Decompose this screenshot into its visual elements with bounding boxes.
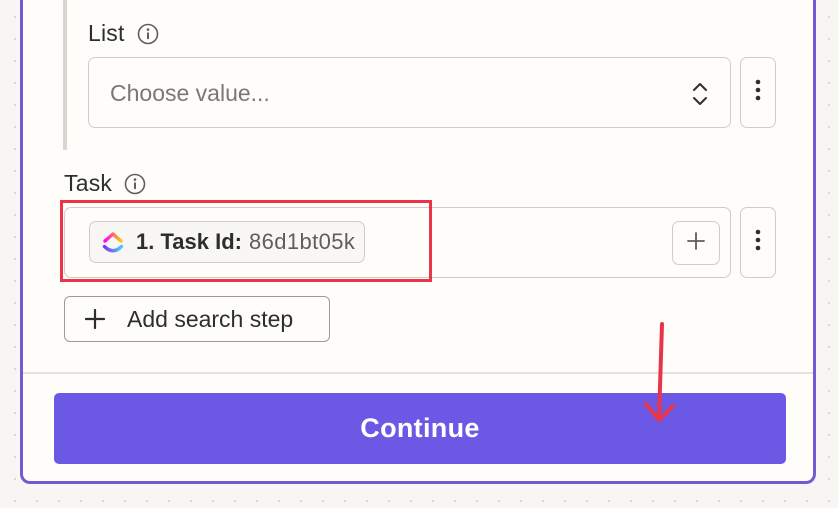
- chevron-up-down-icon: [692, 81, 708, 107]
- add-search-step-button[interactable]: Add search step: [64, 296, 330, 342]
- list-label: List: [88, 20, 125, 46]
- insert-data-button[interactable]: [672, 221, 720, 265]
- add-search-step-label: Add search step: [127, 305, 294, 332]
- continue-label: Continue: [360, 413, 480, 443]
- list-more-button[interactable]: [740, 57, 776, 128]
- plus-icon: [686, 231, 706, 256]
- task-more-button[interactable]: [740, 207, 776, 278]
- clickup-logo: [101, 230, 125, 254]
- more-vertical-icon: [755, 79, 761, 106]
- task-input[interactable]: 1. Task Id: 86d1bt05k: [64, 207, 731, 278]
- plus-icon: [85, 309, 105, 329]
- info-icon[interactable]: [137, 23, 159, 45]
- more-vertical-icon: [755, 229, 761, 256]
- pill-step-value: 86d1bt05k: [248, 229, 356, 254]
- task-label-row: Task: [64, 170, 146, 197]
- list-label-row: List: [88, 20, 159, 47]
- footer-divider: [23, 372, 813, 374]
- info-icon[interactable]: [124, 173, 146, 195]
- pill-step-label: 1. Task Id:: [136, 229, 242, 254]
- list-select[interactable]: Choose value...: [88, 57, 731, 128]
- list-select-placeholder: Choose value...: [110, 80, 270, 106]
- nested-group-bar: [63, 0, 67, 150]
- mapped-field-pill[interactable]: 1. Task Id: 86d1bt05k: [89, 221, 366, 263]
- task-label: Task: [64, 170, 113, 196]
- arrow-down-icon: [640, 318, 680, 428]
